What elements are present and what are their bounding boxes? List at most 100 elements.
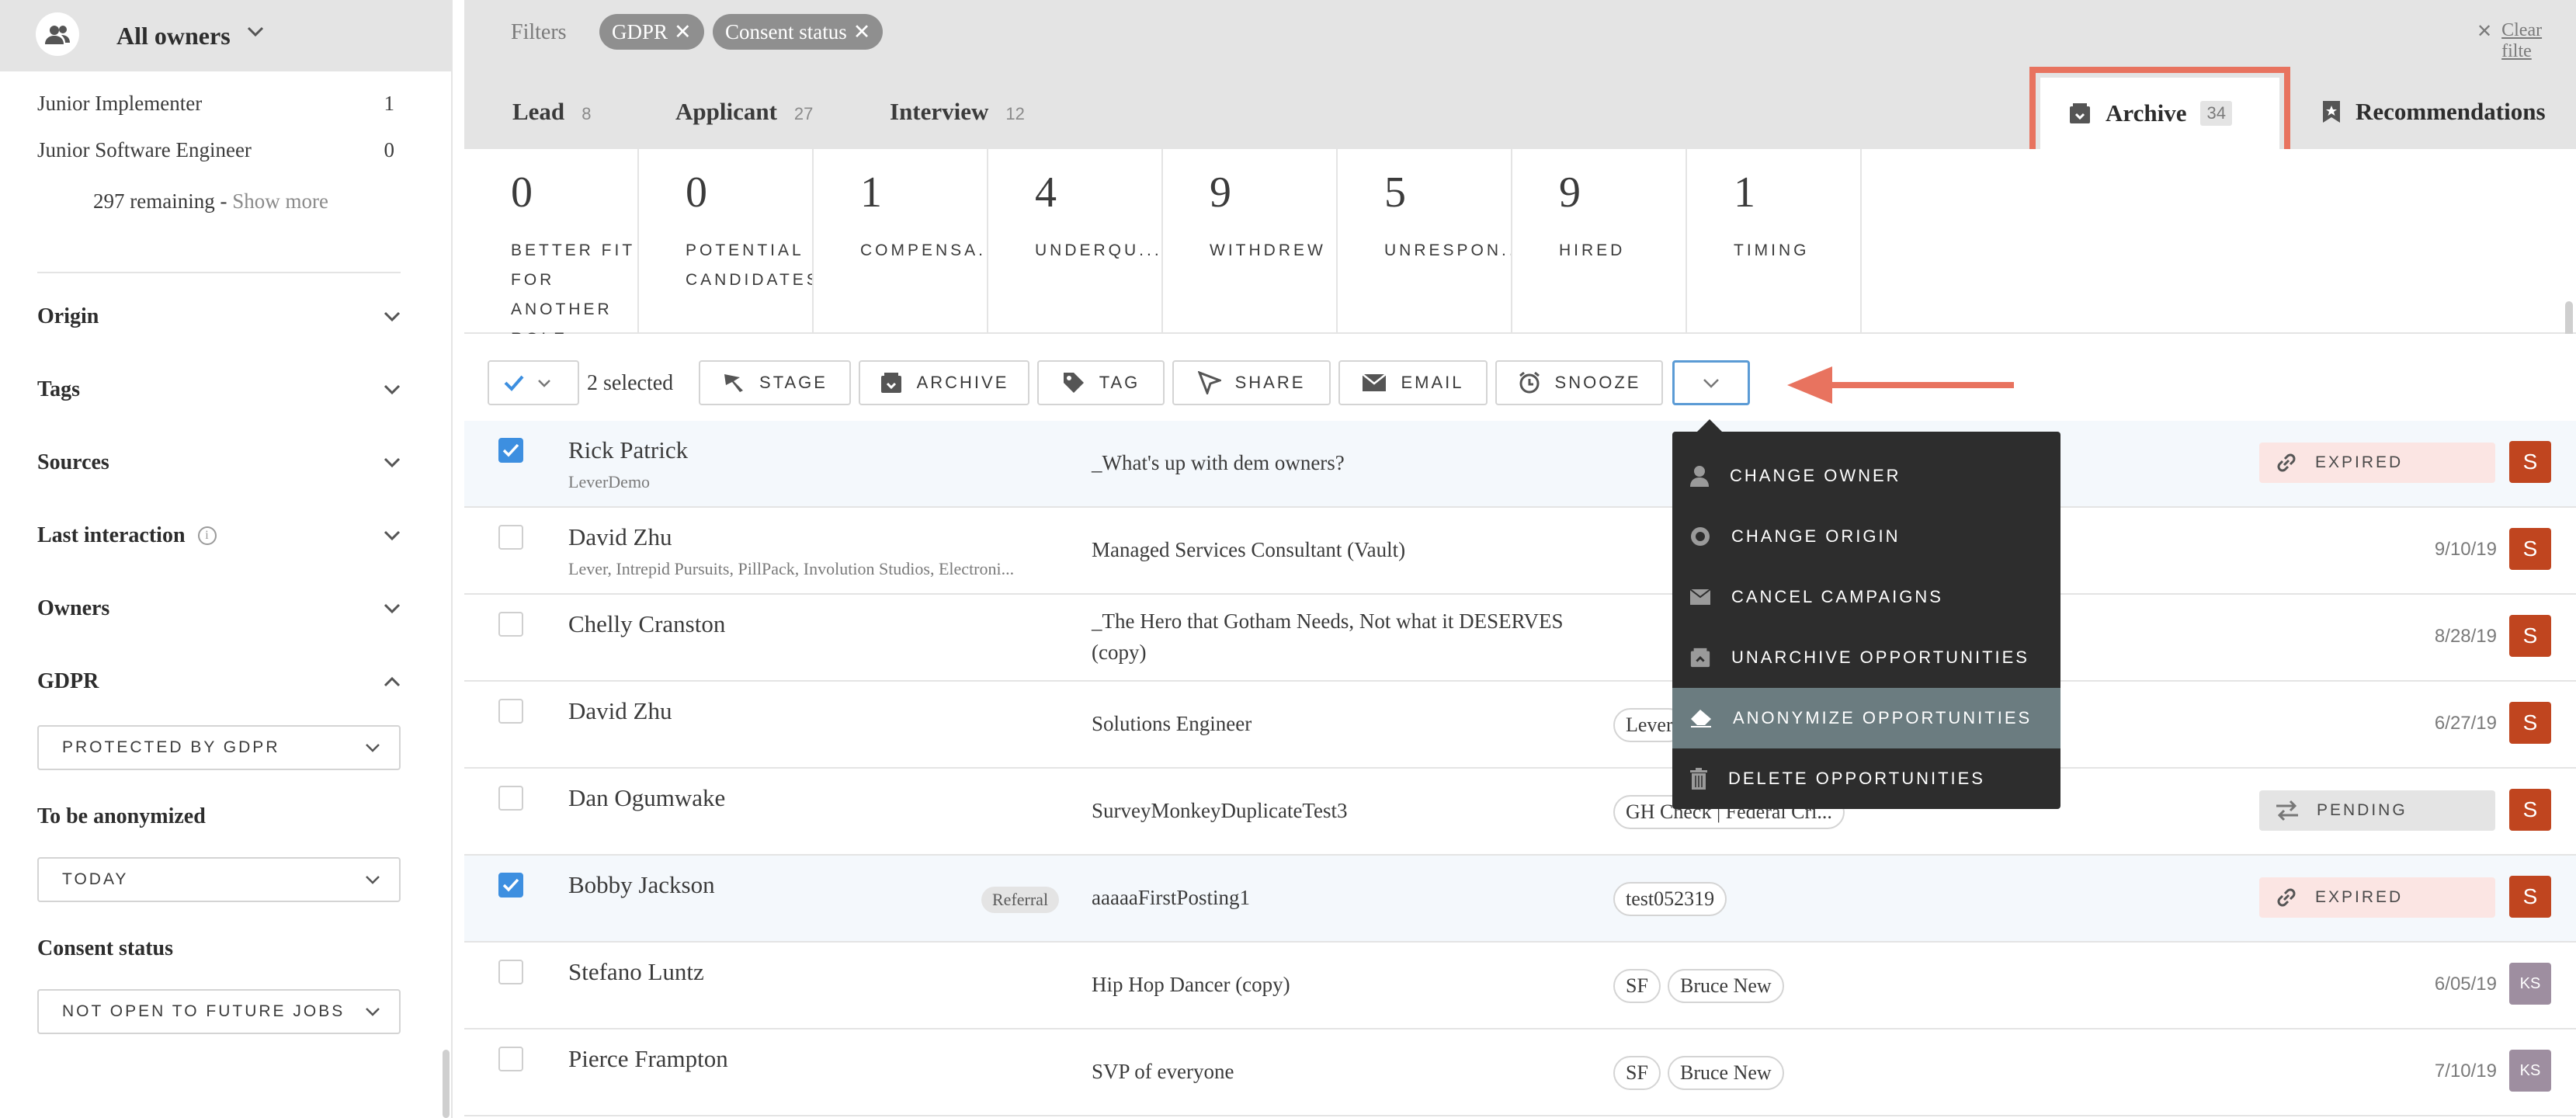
posting-title[interactable]: Solutions Engineer xyxy=(1092,708,1252,739)
owner-avatar[interactable]: S xyxy=(2509,702,2551,744)
stat-card[interactable]: 5 UNRESPON... xyxy=(1338,149,1512,334)
row-checkbox[interactable] xyxy=(498,1047,523,1071)
section-sources[interactable]: Sources xyxy=(37,450,401,475)
stat-label: TIMING xyxy=(1734,241,1810,259)
table-row[interactable]: Chelly Cranston _The Hero that Gotham Ne… xyxy=(464,595,2576,682)
anonymized-select[interactable]: TODAY xyxy=(37,857,401,902)
share-button[interactable]: SHARE xyxy=(1172,360,1331,405)
chip-label: Consent status xyxy=(725,19,847,43)
candidate-name[interactable]: Chelly Cranston xyxy=(568,610,725,638)
info-icon[interactable]: i xyxy=(197,526,217,545)
tag-pill[interactable]: Bruce New xyxy=(1668,969,1784,1003)
menu-item-anonymize[interactable]: ANONYMIZE OPPORTUNITIES xyxy=(1672,688,2060,748)
posting-title[interactable]: Managed Services Consultant (Vault) xyxy=(1092,534,1405,565)
show-more-link[interactable]: Show more xyxy=(232,189,328,213)
posting-title[interactable]: SurveyMonkeyDuplicateTest3 xyxy=(1092,795,1348,826)
tab-interview[interactable]: Interview 12 xyxy=(890,98,1025,126)
clear-filters-link[interactable]: ✕ Clear filte xyxy=(2477,20,2576,62)
stat-card[interactable]: 9 WITHDREW xyxy=(1163,149,1338,334)
owner-avatar[interactable]: S xyxy=(2509,528,2551,570)
stat-card[interactable]: 1 COMPENSA... xyxy=(814,149,988,334)
close-icon[interactable]: ✕ xyxy=(853,20,871,44)
candidate-name[interactable]: David Zhu xyxy=(568,523,672,551)
stat-card[interactable]: 9 HIRED xyxy=(1512,149,1687,334)
owner-avatar[interactable]: S xyxy=(2509,789,2551,831)
candidate-name[interactable]: Rick Patrick xyxy=(568,436,688,464)
tag-pill[interactable]: SF xyxy=(1613,1056,1661,1090)
email-button[interactable]: EMAIL xyxy=(1338,360,1488,405)
sidebar: All owners Junior Implementer 1 Junior S… xyxy=(0,0,453,1118)
archive-button[interactable]: ARCHIVE xyxy=(859,360,1029,405)
flag-icon xyxy=(724,374,744,392)
row-checkbox[interactable] xyxy=(498,525,523,550)
row-checkbox[interactable] xyxy=(498,960,523,984)
remaining-text: 297 remaining - Show more xyxy=(93,189,328,214)
table-row[interactable]: David Zhu Lever, Intrepid Pursuits, Pill… xyxy=(464,508,2576,595)
row-checkbox[interactable] xyxy=(498,873,523,898)
posting-title[interactable]: SVP of everyone xyxy=(1092,1056,1234,1087)
candidate-name[interactable]: David Zhu xyxy=(568,697,672,725)
status-label: EXPIRED xyxy=(2315,888,2404,906)
table-row[interactable]: Stefano Luntz Hip Hop Dancer (copy) SF B… xyxy=(464,943,2576,1029)
more-actions-button[interactable] xyxy=(1672,360,1750,405)
tag-pill[interactable]: SF xyxy=(1613,969,1661,1003)
table-row[interactable]: Bobby Jackson Referral aaaaaFirstPosting… xyxy=(464,856,2576,943)
posting-title[interactable]: _The Hero that Gotham Needs, Not what it… xyxy=(1092,606,1564,668)
close-icon[interactable]: ✕ xyxy=(674,20,692,44)
sidebar-scrollbar[interactable] xyxy=(443,1050,450,1118)
section-last-interaction[interactable]: Last interaction i xyxy=(37,523,401,548)
stat-card[interactable]: 4 UNDERQU... xyxy=(988,149,1163,334)
job-count: 0 xyxy=(384,138,395,161)
owner-avatar[interactable]: S xyxy=(2509,615,2551,657)
stat-card[interactable]: 0 BETTER FIT FOR ANOTHER ROLE xyxy=(464,149,639,334)
section-gdpr[interactable]: GDPR xyxy=(37,669,401,694)
menu-item-change-owner[interactable]: CHANGE OWNER xyxy=(1672,446,2060,506)
row-checkbox[interactable] xyxy=(498,612,523,637)
table-row[interactable]: Pierce Frampton SVP of everyone SF Bruce… xyxy=(464,1029,2576,1116)
gdpr-select[interactable]: PROTECTED BY GDPR xyxy=(37,725,401,770)
menu-item-delete[interactable]: DELETE OPPORTUNITIES xyxy=(1672,748,2060,809)
section-origin[interactable]: Origin xyxy=(37,304,401,329)
posting-title[interactable]: _What's up with dem owners? xyxy=(1092,447,1345,478)
tab-lead[interactable]: Lead 8 xyxy=(512,98,591,126)
owner-avatar[interactable]: KS xyxy=(2509,963,2551,1005)
candidate-name[interactable]: Bobby Jackson xyxy=(568,871,715,899)
section-tags[interactable]: Tags xyxy=(37,377,401,402)
table-row[interactable]: David Zhu Solutions Engineer Lever 6/27/… xyxy=(464,682,2576,769)
select-all-checkbox[interactable] xyxy=(488,360,579,405)
row-checkbox[interactable] xyxy=(498,699,523,724)
job-filter-item[interactable]: Junior Software Engineer 0 xyxy=(37,138,394,162)
snooze-button[interactable]: SNOOZE xyxy=(1495,360,1663,405)
row-checkbox[interactable] xyxy=(498,786,523,811)
filter-chip-consent[interactable]: Consent status ✕ xyxy=(713,14,884,50)
tab-recommendations[interactable]: Recommendations xyxy=(2321,98,2546,126)
owner-avatar[interactable]: S xyxy=(2509,876,2551,918)
owner-avatar[interactable]: S xyxy=(2509,441,2551,483)
candidate-name[interactable]: Stefano Luntz xyxy=(568,958,704,986)
owners-filter[interactable]: All owners xyxy=(0,0,451,71)
tab-applicant[interactable]: Applicant 27 xyxy=(675,98,813,126)
section-label: Owners xyxy=(37,596,110,620)
owner-avatar[interactable]: KS xyxy=(2509,1050,2551,1092)
job-filter-item[interactable]: Junior Implementer 1 xyxy=(37,92,394,116)
row-checkbox[interactable] xyxy=(498,438,523,463)
posting-title[interactable]: aaaaaFirstPosting1 xyxy=(1092,882,1250,913)
consent-select[interactable]: NOT OPEN TO FUTURE JOBS xyxy=(37,989,401,1034)
posting-title[interactable]: Hip Hop Dancer (copy) xyxy=(1092,969,1290,1000)
table-row[interactable]: Rick Patrick LeverDemo _What's up with d… xyxy=(464,421,2576,508)
tag-pill[interactable]: test052319 xyxy=(1613,882,1727,916)
menu-item-change-origin[interactable]: CHANGE ORIGIN xyxy=(1672,506,2060,567)
candidate-name[interactable]: Dan Ogumwake xyxy=(568,784,725,812)
menu-item-cancel-campaigns[interactable]: CANCEL CAMPAIGNS xyxy=(1672,567,2060,627)
tag-pill[interactable]: Bruce New xyxy=(1668,1056,1784,1090)
tag-button[interactable]: TAG xyxy=(1037,360,1165,405)
menu-item-unarchive[interactable]: UNARCHIVE OPPORTUNITIES xyxy=(1672,627,2060,688)
stat-card[interactable]: 1 TIMING xyxy=(1687,149,1862,334)
section-owners[interactable]: Owners xyxy=(37,596,401,621)
stat-card[interactable]: 0 POTENTIAL CANDIDATES xyxy=(639,149,814,334)
table-row[interactable]: Dan Ogumwake SurveyMonkeyDuplicateTest3 … xyxy=(464,769,2576,856)
button-label: ARCHIVE xyxy=(916,373,1009,392)
candidate-name[interactable]: Pierce Frampton xyxy=(568,1045,728,1073)
filter-chip-gdpr[interactable]: GDPR ✕ xyxy=(599,14,704,50)
stage-button[interactable]: STAGE xyxy=(699,360,851,405)
